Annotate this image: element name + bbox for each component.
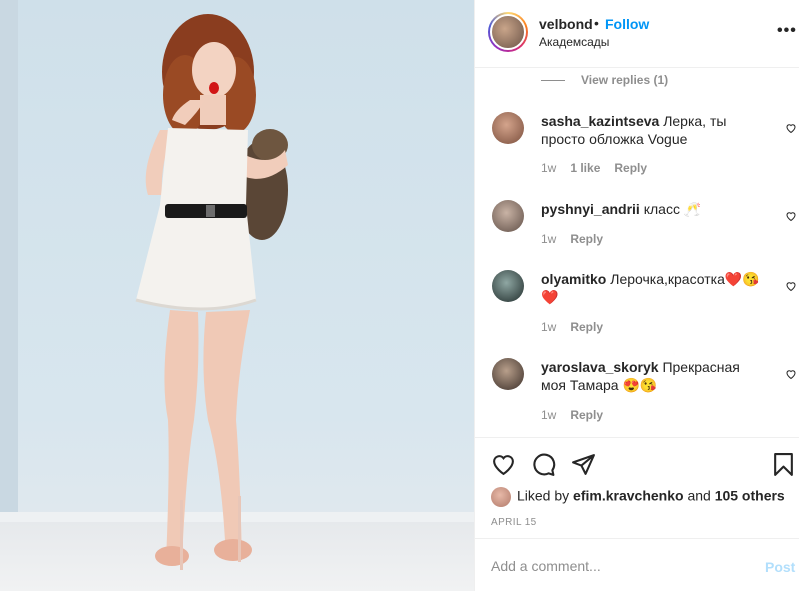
liker-avatar[interactable] (491, 487, 511, 507)
add-comment-bar: Post (475, 538, 799, 591)
comment-meta: 1w Reply (541, 320, 617, 334)
add-comment-input[interactable] (491, 558, 751, 574)
commenter-avatar[interactable] (492, 112, 524, 144)
author-avatar[interactable] (488, 12, 528, 52)
post-date[interactable]: APRIL 15 (491, 517, 537, 528)
liked-by-line: Liked by efim.kravchenko and 105 others (491, 487, 785, 507)
comment-likes[interactable]: 1 like (570, 161, 600, 175)
comment-meta: 1w 1 like Reply (541, 161, 661, 175)
author-username[interactable]: velbond (539, 16, 593, 32)
commenter-avatar[interactable] (492, 270, 524, 302)
comment-meta: 1w Reply (541, 232, 617, 246)
view-replies-button[interactable]: View replies (1) (541, 73, 668, 87)
comment-time[interactable]: 1w (541, 408, 556, 422)
likes-count[interactable]: 105 others (715, 488, 785, 504)
share-paper-plane-icon[interactable] (571, 452, 596, 477)
like-heart-icon[interactable] (491, 452, 516, 477)
post-sidebar: velbond • Follow Академсады ••• View rep… (474, 0, 799, 591)
liked-by-prefix: Liked by (517, 487, 570, 504)
reply-button[interactable]: Reply (614, 161, 647, 175)
liker-username[interactable]: efim.kravchenko (573, 488, 684, 504)
commenter-username[interactable]: yaroslava_skoryk (541, 359, 659, 375)
comment-bubble-icon[interactable] (531, 452, 556, 477)
like-comment-heart-icon[interactable] (785, 368, 797, 380)
commenter-username[interactable]: pyshnyi_andrii (541, 201, 640, 217)
comment-body: класс 🥂 (643, 201, 702, 217)
reply-button[interactable]: Reply (570, 232, 603, 246)
comment-text: pyshnyi_andrii класс 🥂 (541, 200, 766, 218)
comment-text: yaroslava_skoryk Прекрасная моя Тамара 😍… (541, 358, 766, 394)
view-replies-label: View replies (1) (581, 73, 669, 87)
like-comment-heart-icon[interactable] (785, 210, 797, 222)
post-header: velbond • Follow Академсады ••• (475, 0, 799, 68)
comment-time[interactable]: 1w (541, 232, 556, 246)
photo-figure (135, 14, 288, 570)
commenter-avatar[interactable] (492, 358, 524, 390)
liked-by-and: and (687, 487, 711, 504)
comment-text: sasha_kazintseva Лерка, ты просто обложк… (541, 112, 766, 148)
save-bookmark-icon[interactable] (771, 452, 796, 477)
like-comment-heart-icon[interactable] (785, 280, 797, 292)
like-comment-heart-icon[interactable] (785, 122, 797, 134)
follow-button[interactable]: Follow (605, 16, 649, 32)
reply-button[interactable]: Reply (570, 320, 603, 334)
comment-time[interactable]: 1w (541, 161, 556, 175)
post-comment-button[interactable]: Post (765, 559, 795, 575)
replies-line (541, 80, 565, 82)
reply-button[interactable]: Reply (570, 408, 603, 422)
post-photo[interactable] (0, 0, 474, 591)
post-location[interactable]: Академсады (539, 35, 609, 49)
commenter-avatar[interactable] (492, 200, 524, 232)
post-actions: Liked by efim.kravchenko and 105 others … (475, 437, 799, 591)
separator-dot: • (594, 15, 599, 31)
commenter-username[interactable]: sasha_kazintseva (541, 113, 659, 129)
commenter-username[interactable]: olyamitko (541, 271, 606, 287)
more-options-icon[interactable]: ••• (777, 22, 797, 40)
comment-time[interactable]: 1w (541, 320, 556, 334)
comment-text: olyamitko Лерочка,красотка❤️😘❤️ (541, 270, 766, 306)
comment-meta: 1w Reply (541, 408, 617, 422)
